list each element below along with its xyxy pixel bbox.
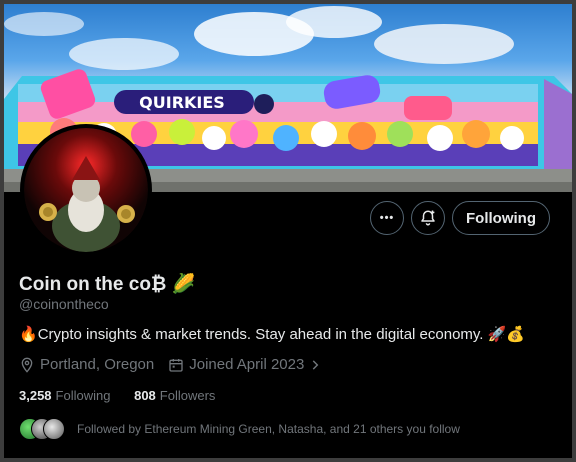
location-item: Portland, Oregon bbox=[19, 356, 154, 373]
location-pin-icon bbox=[21, 357, 33, 373]
profile-page: QUIRKIES ••• Following Coin on the co₿ 🌽… bbox=[4, 4, 572, 458]
joined-text: Joined April 2023 bbox=[189, 356, 305, 373]
profile-name-text: Coin on the co₿ bbox=[19, 274, 167, 295]
fire-emoji: 🔥 bbox=[19, 326, 38, 343]
follower-avatars bbox=[19, 418, 67, 440]
corn-emoji: 🌽 bbox=[171, 274, 196, 295]
followers-count-link[interactable]: 808 Followers bbox=[134, 388, 215, 403]
following-button[interactable]: Following bbox=[452, 201, 550, 235]
profile-name: Coin on the co₿ 🌽 bbox=[19, 272, 195, 296]
following-count: 3,258 bbox=[19, 388, 52, 403]
avatar-image bbox=[24, 128, 148, 252]
more-button[interactable]: ••• bbox=[370, 201, 404, 235]
profile-bio: 🔥Crypto insights & market trends. Stay a… bbox=[19, 325, 525, 343]
following-count-link[interactable]: 3,258 Following bbox=[19, 388, 110, 403]
bell-plus-icon bbox=[421, 210, 435, 226]
chevron-right-icon bbox=[313, 359, 319, 370]
profile-meta: Portland, Oregon Joined April 2023 bbox=[19, 356, 341, 373]
profile-avatar[interactable] bbox=[20, 124, 152, 256]
calendar-icon bbox=[169, 358, 183, 372]
notifications-button[interactable] bbox=[411, 201, 445, 235]
followers-count: 808 bbox=[134, 388, 156, 403]
followed-by-row[interactable]: Followed by Ethereum Mining Green, Natas… bbox=[19, 418, 460, 440]
bio-text: Crypto insights & market trends. Stay ah… bbox=[37, 326, 484, 343]
follow-counts: 3,258 Following 808 Followers bbox=[19, 388, 235, 403]
more-icon: ••• bbox=[379, 212, 395, 224]
profile-handle: @coinontheco bbox=[19, 296, 109, 312]
follower-avatar bbox=[43, 418, 65, 440]
location-text: Portland, Oregon bbox=[40, 356, 155, 373]
rocket-moneybag-emoji: 🚀💰 bbox=[487, 326, 525, 343]
svg-text:QUIRKIES: QUIRKIES bbox=[139, 93, 225, 112]
joined-item[interactable]: Joined April 2023 bbox=[168, 356, 327, 373]
following-label: Following bbox=[55, 388, 111, 403]
following-button-label: Following bbox=[466, 209, 536, 227]
followers-label: Followers bbox=[159, 388, 216, 403]
followed-by-text: Followed by Ethereum Mining Green, Natas… bbox=[77, 422, 460, 436]
